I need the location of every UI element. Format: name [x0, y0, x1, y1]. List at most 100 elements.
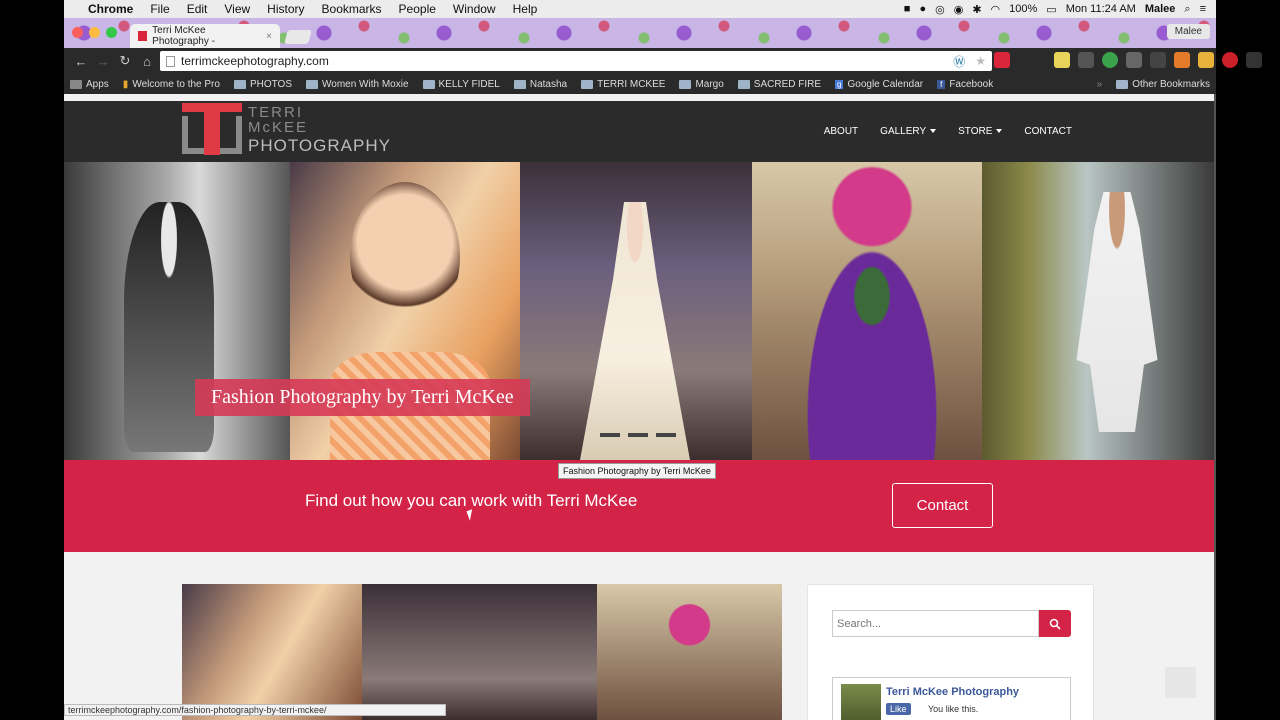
search-icon: [1049, 618, 1061, 630]
forward-icon[interactable]: →: [92, 54, 114, 69]
bookmark-women-with-moxie[interactable]: Women With Moxie: [306, 79, 409, 90]
notification-icon[interactable]: ≡: [1200, 3, 1206, 15]
other-bookmarks[interactable]: » Other Bookmarks: [1097, 79, 1210, 90]
fb-avatar[interactable]: [841, 684, 881, 720]
extension-pen-icon[interactable]: [1078, 52, 1094, 68]
featured-image[interactable]: [182, 584, 782, 720]
overflow-chevron-icon[interactable]: »: [1097, 79, 1103, 90]
wordpress-icon[interactable]: Ⓦ: [953, 53, 965, 70]
bookmark-label: Women With Moxie: [322, 78, 409, 90]
tab-favicon: [138, 31, 148, 41]
reload-icon[interactable]: ↻: [114, 53, 136, 69]
active-tab[interactable]: Terri McKee Photography - ×: [130, 24, 280, 48]
tm-logo-icon: [182, 103, 242, 155]
extension-check-icon[interactable]: [1150, 52, 1166, 68]
fb-page-name[interactable]: Terri McKee Photography: [886, 686, 1019, 698]
menu-people[interactable]: People: [399, 2, 436, 16]
site-logo[interactable]: TERRI McKEE PHOTOGRAPHY: [182, 103, 422, 159]
apps-icon: [70, 79, 82, 89]
hero-slider[interactable]: Fashion Photography by Terri McKee: [64, 162, 1214, 460]
bookmark-star-icon[interactable]: ★: [975, 54, 986, 68]
bookmarks-bar: Apps ▮ Welcome to the Pro PHOTOS Women Wi…: [64, 74, 1216, 94]
bookmark-apps[interactable]: Apps: [70, 79, 109, 90]
scrollbar[interactable]: [1214, 94, 1216, 720]
slider-dot-2[interactable]: [628, 433, 648, 437]
pinterest-icon[interactable]: [1222, 52, 1238, 68]
bookmark-label: Apps: [86, 78, 109, 90]
sync-icon[interactable]: ◎: [935, 3, 945, 16]
extension-note-icon[interactable]: [1054, 52, 1070, 68]
menu-window[interactable]: Window: [453, 2, 496, 16]
extension-recycle-icon[interactable]: [1126, 52, 1142, 68]
cta-text: Find out how you can work with Terri McK…: [305, 491, 638, 510]
battery-icon[interactable]: ▭: [1046, 3, 1056, 16]
menu-view[interactable]: View: [224, 2, 250, 16]
close-window-button[interactable]: [72, 27, 83, 38]
slider-dot-3[interactable]: [656, 433, 676, 437]
bookmark-google-calendar[interactable]: g Google Calendar: [835, 79, 923, 90]
web-page: TERRI McKEE PHOTOGRAPHY ABOUT GALLERY ST…: [64, 94, 1214, 720]
bluetooth-icon[interactable]: ✱: [972, 3, 981, 16]
target-icon[interactable]: ◉: [954, 3, 964, 16]
globe-icon[interactable]: ●: [919, 3, 926, 15]
browser-toolbar: ← → ↻ ⌂ terrimckeephotography.com Ⓦ ★: [64, 48, 1262, 74]
featured-photo-portrait: [182, 584, 362, 720]
home-icon[interactable]: ⌂: [136, 54, 158, 69]
url-text[interactable]: terrimckeephotography.com: [181, 54, 329, 68]
folder-icon: [233, 79, 246, 89]
contact-button[interactable]: Contact: [892, 483, 993, 528]
bookmark-margo[interactable]: Margo: [679, 79, 724, 90]
slider-dot-1[interactable]: [600, 433, 620, 437]
video-icon[interactable]: ■: [904, 3, 911, 15]
bookmark-terri-mckee[interactable]: TERRI MCKEE: [581, 79, 665, 90]
search-input[interactable]: Search...: [832, 610, 1039, 637]
back-to-top-button[interactable]: [1165, 667, 1196, 698]
tab-close-icon[interactable]: ×: [266, 31, 272, 42]
extension-bowl-icon[interactable]: [1198, 52, 1214, 68]
folder-icon: [581, 79, 594, 89]
main-nav: ABOUT GALLERY STORE CONTACT: [824, 101, 1072, 162]
tab-strip: Terri McKee Photography - × Malee: [64, 18, 1216, 48]
minimize-window-button[interactable]: [89, 27, 100, 38]
extension-green-icon[interactable]: [1102, 52, 1118, 68]
menu-file[interactable]: File: [150, 2, 169, 16]
mac-menubar: Chrome File Edit View History Bookmarks …: [64, 0, 1216, 18]
menu-app-chrome[interactable]: Chrome: [88, 2, 133, 16]
bookmark-kelly-fidel[interactable]: KELLY FIDEL: [422, 79, 500, 90]
search-button[interactable]: [1039, 610, 1071, 637]
zoom-window-button[interactable]: [106, 27, 117, 38]
nav-store[interactable]: STORE: [958, 126, 1003, 137]
bookmark-natasha[interactable]: Natasha: [513, 79, 567, 90]
sidebar-widget: Search... Terri McKee Photography Like Y…: [807, 584, 1094, 720]
profile-button[interactable]: Malee: [1166, 24, 1210, 39]
new-tab-button[interactable]: [284, 30, 312, 44]
facebook-icon: f: [937, 79, 946, 89]
back-icon[interactable]: ←: [70, 54, 92, 69]
address-bar[interactable]: terrimckeephotography.com Ⓦ ★: [160, 51, 992, 71]
clock[interactable]: Mon 11:24 AM: [1066, 3, 1136, 15]
menu-bookmarks[interactable]: Bookmarks: [322, 2, 382, 16]
bookmark-welcome[interactable]: ▮ Welcome to the Pro: [123, 79, 220, 90]
bookmark-photos[interactable]: PHOTOS: [233, 79, 292, 90]
menu-history[interactable]: History: [267, 2, 304, 16]
hero-photo-white-dress: [982, 162, 1214, 460]
bookmark-facebook[interactable]: f Facebook: [937, 79, 993, 90]
folder-icon: [679, 79, 692, 89]
nav-store-label: STORE: [958, 126, 993, 137]
nav-gallery[interactable]: GALLERY: [880, 126, 937, 137]
hero-caption[interactable]: Fashion Photography by Terri McKee: [195, 379, 530, 416]
user-name[interactable]: Malee: [1145, 3, 1176, 15]
menu-edit[interactable]: Edit: [187, 2, 208, 16]
battery-percent[interactable]: 100%: [1009, 3, 1037, 15]
extension-arrow-icon[interactable]: [1174, 52, 1190, 68]
chrome-menu-icon[interactable]: [1246, 52, 1262, 68]
menu-help[interactable]: Help: [513, 2, 538, 16]
bookmark-sacred-fire[interactable]: SACRED FIRE: [737, 79, 821, 90]
logo-line-terri: TERRI: [248, 104, 303, 121]
fb-like-button[interactable]: Like: [886, 703, 911, 715]
spotlight-icon[interactable]: ⌕: [1184, 3, 1190, 16]
extension-record-icon[interactable]: [994, 52, 1010, 68]
nav-about[interactable]: ABOUT: [824, 126, 858, 137]
wifi-icon[interactable]: ◠: [991, 3, 1001, 16]
nav-contact[interactable]: CONTACT: [1024, 126, 1072, 137]
